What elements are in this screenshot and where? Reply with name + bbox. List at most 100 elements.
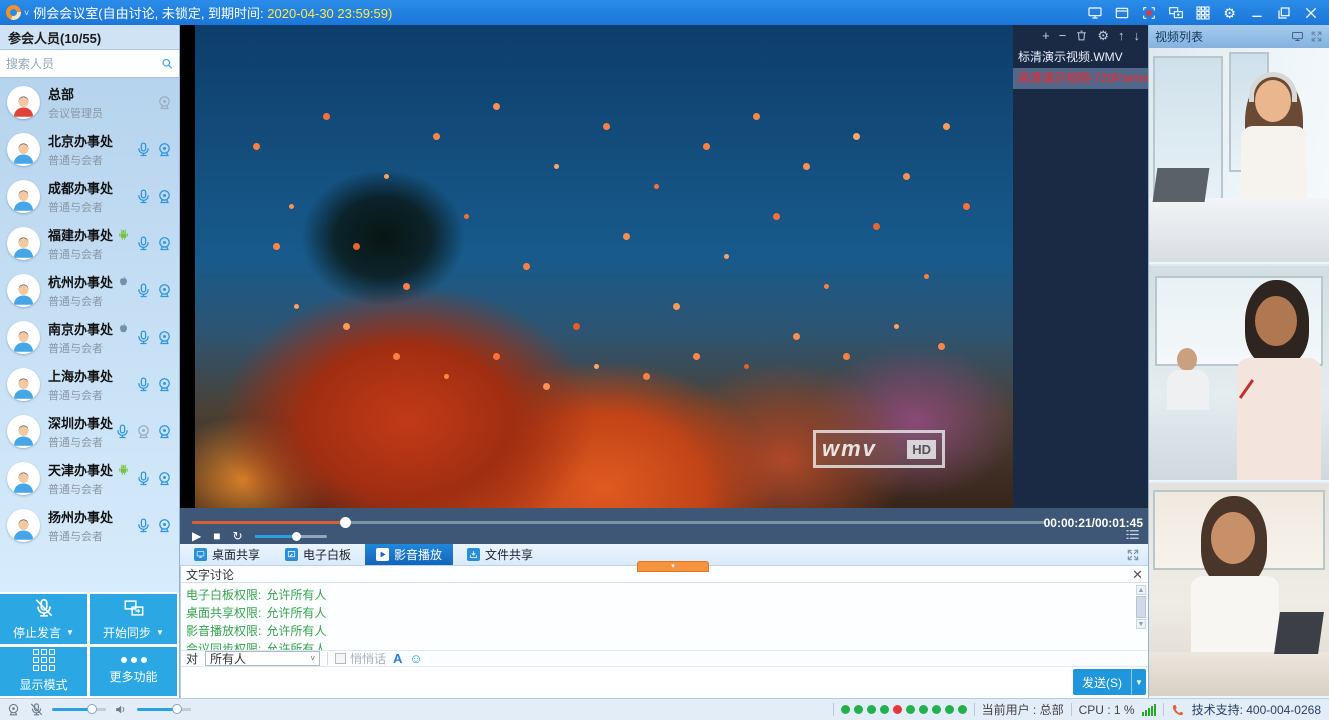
participant-row[interactable]: 天津办事处 普通与会者	[0, 455, 179, 502]
stop-speaking-button[interactable]: 停止发言▼	[0, 594, 87, 644]
mic-icon[interactable]	[135, 329, 152, 346]
minimize-button[interactable]	[1248, 4, 1265, 21]
send-dropdown-icon[interactable]: ▼	[1131, 669, 1146, 695]
scroll-thumb[interactable]	[1136, 596, 1146, 618]
webcam-icon[interactable]	[156, 423, 173, 440]
mic-icon[interactable]	[135, 235, 152, 252]
video-thumbnail-3[interactable]	[1149, 484, 1329, 698]
window-mode-icon[interactable]	[1113, 4, 1130, 21]
playlist-settings-icon[interactable]: ⚙	[1097, 26, 1109, 46]
emoji-icon[interactable]: ☺	[409, 651, 422, 666]
dropdown-caret-icon[interactable]: ▼	[156, 628, 164, 637]
whisper-checkbox[interactable]: 悄悄话	[335, 650, 386, 667]
font-style-icon[interactable]: A	[393, 651, 402, 666]
tab-whiteboard[interactable]: 电子白板	[274, 544, 362, 565]
start-sync-button[interactable]: 开始同步▼	[90, 594, 177, 644]
mic-icon[interactable]	[135, 282, 152, 299]
mic-icon[interactable]	[114, 423, 131, 440]
recipient-select[interactable]: 所有人˅	[205, 651, 320, 666]
speaker-volume-slider[interactable]	[137, 708, 179, 711]
network-share-icon[interactable]	[1167, 4, 1184, 21]
maximize-button[interactable]	[1275, 4, 1292, 21]
webcam-icon[interactable]	[156, 94, 173, 111]
participant-row[interactable]: 上海办事处 普通与会者	[0, 361, 179, 408]
close-button[interactable]	[1302, 4, 1319, 21]
chat-close-icon[interactable]: ✕	[1132, 568, 1143, 581]
playlist-move-down-icon[interactable]: ↓	[1134, 26, 1141, 46]
participant-row[interactable]: 南京办事处 普通与会者	[0, 314, 179, 361]
participant-row[interactable]: 扬州办事处 普通与会者	[0, 502, 179, 549]
chat-scrollbar[interactable]: ▲ ▼	[1136, 585, 1146, 649]
display-mode-button[interactable]: 显示模式	[0, 647, 87, 697]
speaker-volume-thumb[interactable]	[172, 704, 182, 714]
monitor-icon[interactable]	[1291, 30, 1304, 43]
participant-row[interactable]: 北京办事处 普通与会者	[0, 126, 179, 173]
participant-row[interactable]: 总部 会议管理员	[0, 79, 179, 126]
mic-muted-status-icon[interactable]	[29, 702, 44, 717]
avatar	[7, 509, 40, 542]
play-button[interactable]: ▶	[192, 529, 201, 543]
video-canvas[interactable]: wmv HD	[195, 25, 1013, 508]
playlist-toggle-icon[interactable]	[1125, 528, 1140, 541]
expand-icon[interactable]	[1310, 30, 1323, 43]
settings-gear-icon[interactable]: ⚙	[1221, 4, 1238, 21]
mic-icon[interactable]	[135, 376, 152, 393]
webcam-off-icon[interactable]	[135, 423, 152, 440]
tab-media-playback[interactable]: 影音播放	[365, 544, 453, 565]
mic-icon[interactable]	[135, 470, 152, 487]
volume-thumb[interactable]	[292, 532, 301, 541]
video-thumbnail-2[interactable]	[1149, 266, 1329, 482]
checkbox-icon[interactable]	[335, 653, 346, 664]
scroll-up-icon[interactable]: ▲	[1136, 585, 1146, 595]
mic-icon[interactable]	[135, 188, 152, 205]
search-icon[interactable]	[161, 56, 173, 71]
scroll-down-icon[interactable]: ▼	[1136, 619, 1146, 629]
mic-icon[interactable]	[135, 517, 152, 534]
mic-volume-slider[interactable]	[52, 708, 94, 711]
webcam-icon[interactable]	[156, 376, 173, 393]
mic-volume-thumb[interactable]	[87, 704, 97, 714]
layout-grid-icon[interactable]	[1194, 4, 1211, 21]
participant-row[interactable]: 成都办事处 普通与会者	[0, 173, 179, 220]
speaker-icon[interactable]	[114, 702, 129, 717]
participant-row[interactable]: 深圳办事处 普通与会者	[0, 408, 179, 455]
progress-thumb[interactable]	[340, 517, 351, 528]
replay-button[interactable]: ↻	[232, 529, 242, 543]
chat-input-area[interactable]: 发送(S) ▼	[181, 667, 1149, 698]
stop-button[interactable]: ■	[213, 529, 220, 543]
record-icon[interactable]	[1140, 4, 1157, 21]
volume-slider[interactable]	[255, 535, 327, 538]
mic-icon[interactable]	[135, 141, 152, 158]
tab-file-share[interactable]: 文件共享	[456, 544, 544, 565]
playlist-move-up-icon[interactable]: ↑	[1118, 26, 1125, 46]
fullscreen-icon[interactable]	[1126, 548, 1140, 562]
dropdown-caret-icon[interactable]: ▼	[66, 628, 74, 637]
search-input[interactable]	[6, 57, 161, 71]
webcam-icon[interactable]	[156, 188, 173, 205]
participant-row[interactable]: 福建办事处 普通与会者	[0, 220, 179, 267]
logo-chevron-icon[interactable]: ˅	[24, 8, 29, 18]
webcam-icon[interactable]	[156, 329, 173, 346]
webcam-icon[interactable]	[156, 282, 173, 299]
progress-slider[interactable]	[192, 521, 1045, 524]
participant-row[interactable]: 杭州办事处 普通与会者	[0, 267, 179, 314]
playlist-trash-icon[interactable]	[1075, 26, 1088, 46]
playlist-add-icon[interactable]: +	[1042, 26, 1050, 46]
sync-screens-icon	[123, 597, 145, 619]
webcam-icon[interactable]	[156, 470, 173, 487]
send-button[interactable]: 发送(S) ▼	[1073, 669, 1146, 695]
webcam-icon[interactable]	[156, 141, 173, 158]
webcam-status-icon[interactable]	[6, 702, 21, 717]
display-settings-icon[interactable]	[1086, 4, 1103, 21]
playlist-item[interactable]: 标清演示视频.WMV	[1013, 47, 1148, 68]
chevron-down-icon: ˅	[310, 654, 315, 663]
video-thumbnail-1[interactable]	[1149, 48, 1329, 264]
playlist-remove-icon[interactable]: −	[1059, 26, 1067, 46]
tab-desktop-share[interactable]: 桌面共享	[183, 544, 271, 565]
playlist-item-selected[interactable]: 高清演示视频-720P.wmv 删除	[1013, 68, 1148, 89]
chat-collapse-handle[interactable]: ▾	[637, 561, 709, 572]
more-features-button[interactable]: 更多功能	[90, 647, 177, 697]
webcam-icon[interactable]	[156, 235, 173, 252]
signal-bars-icon	[1142, 704, 1156, 716]
webcam-icon[interactable]	[156, 517, 173, 534]
